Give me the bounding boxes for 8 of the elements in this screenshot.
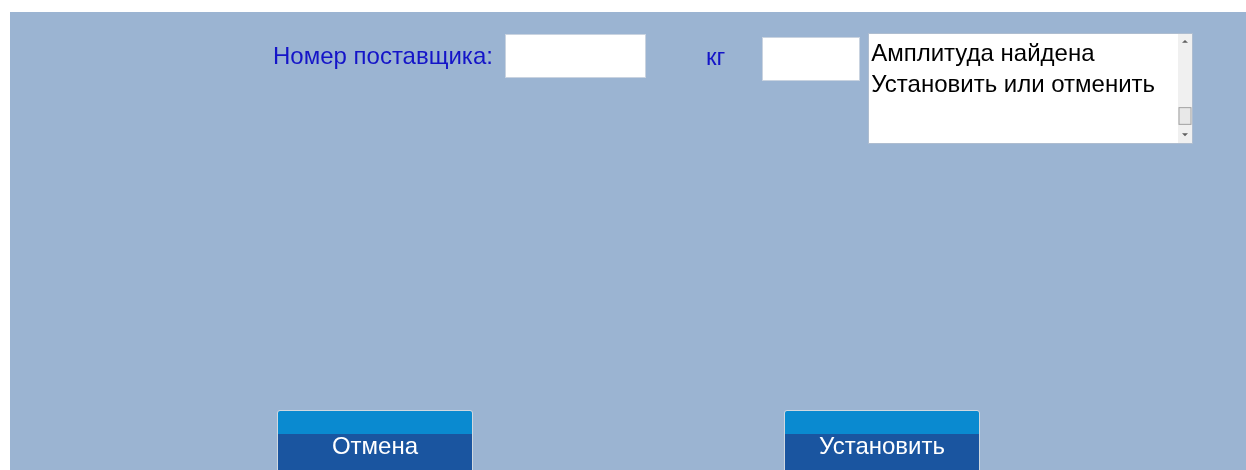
action-button[interactable]: Отмена — [277, 410, 473, 470]
weight-field[interactable] — [762, 37, 861, 81]
supplier-number-label: Номер поставщика: — [273, 44, 493, 68]
weight-unit-label: кг — [705, 45, 726, 69]
supplier-number-field[interactable] — [504, 34, 646, 78]
scrollbar[interactable] — [1178, 34, 1193, 143]
message-text: Амплитуда найдена Установить или отменить — [870, 38, 1157, 99]
action-button[interactable]: Установить — [784, 410, 980, 470]
